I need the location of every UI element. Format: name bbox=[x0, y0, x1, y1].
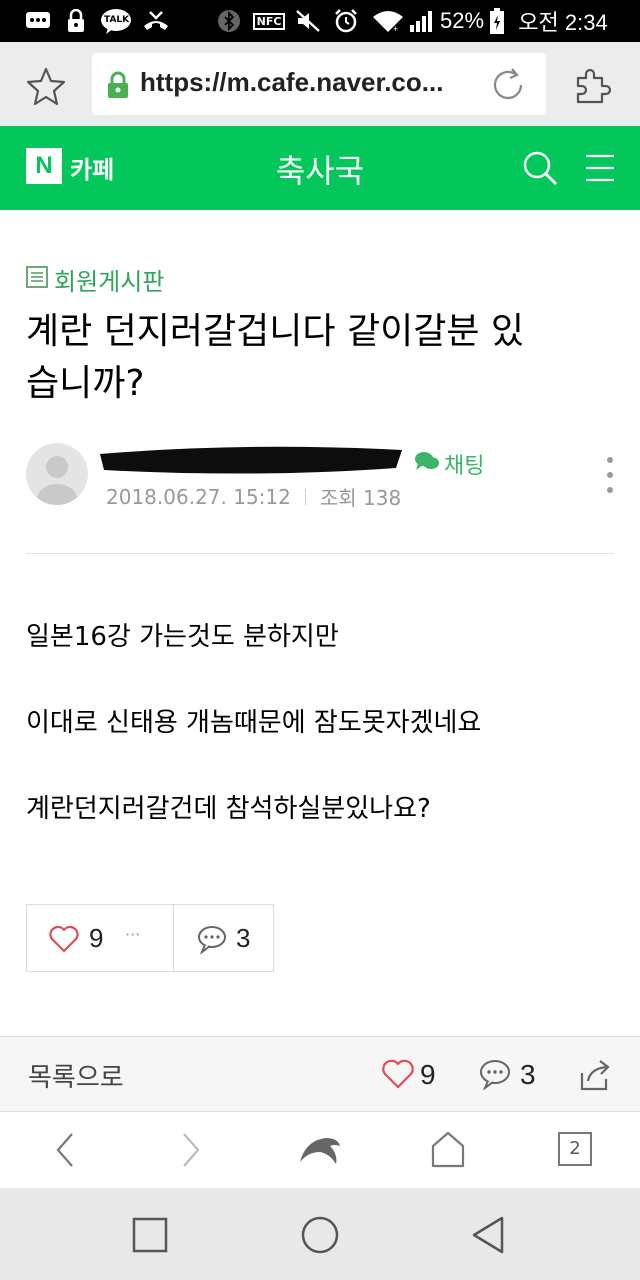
post-date: 2018.06.27. 15:12 bbox=[106, 484, 291, 509]
browser-toolbar: https://m.cafe.naver.co... bbox=[0, 42, 640, 126]
chat-bubble-icon bbox=[414, 450, 440, 478]
kakaotalk-icon-text: TALK bbox=[104, 15, 130, 25]
dolphin-icon[interactable] bbox=[298, 1132, 342, 1168]
post-body-line: 계란던지러갈건데 참석하실분있나요? bbox=[26, 794, 431, 824]
clock: 오전 2:34 bbox=[518, 10, 608, 35]
footer-comment-count: 3 bbox=[520, 1059, 536, 1090]
alarm-icon bbox=[332, 7, 360, 35]
nfc-label: NFC bbox=[252, 12, 286, 30]
secure-lock-icon bbox=[106, 71, 130, 103]
post-meta: 2018.06.27. 15:12 조회 138 bbox=[106, 482, 401, 511]
lock-icon bbox=[64, 7, 88, 35]
signal-icon bbox=[408, 7, 434, 35]
tabs-button[interactable]: 2 bbox=[558, 1132, 592, 1166]
search-icon[interactable] bbox=[520, 148, 560, 188]
meta-divider bbox=[304, 488, 306, 505]
post-title-line-2: 습니까? bbox=[26, 363, 145, 404]
browser-nav-bar: 2 bbox=[0, 1112, 640, 1188]
heart-icon bbox=[382, 1059, 414, 1093]
back-triangle-icon[interactable] bbox=[470, 1215, 506, 1255]
footer-like-button[interactable]: 9 bbox=[380, 1037, 450, 1113]
missed-call-icon bbox=[142, 7, 170, 35]
recent-apps-icon[interactable] bbox=[132, 1217, 168, 1253]
like-button[interactable]: 9 ··· bbox=[27, 905, 173, 971]
board-link[interactable]: 회원게시판 bbox=[26, 262, 164, 297]
mute-icon bbox=[294, 7, 322, 35]
system-nav-bar bbox=[0, 1188, 640, 1280]
comment-button[interactable]: 3 bbox=[174, 905, 274, 971]
comment-count: 3 bbox=[236, 923, 251, 953]
cafe-header: N 카페 축사국 bbox=[0, 126, 640, 210]
like-count: 9 bbox=[89, 923, 104, 953]
share-icon[interactable] bbox=[576, 1057, 612, 1093]
reaction-box: 9 ··· 3 bbox=[26, 904, 274, 972]
nfc-icon: NFC bbox=[252, 7, 286, 35]
more-options-icon[interactable] bbox=[598, 456, 622, 494]
footer-like-count: 9 bbox=[420, 1059, 436, 1090]
svg-text:+: + bbox=[393, 24, 398, 33]
post-body-line: 일본16강 가는것도 분하지만 bbox=[26, 622, 339, 652]
post-title: 계란 던지러갈겁니다 같이갈분 있 습니까? bbox=[26, 306, 616, 410]
home-icon[interactable] bbox=[430, 1130, 466, 1170]
bluetooth-icon bbox=[216, 7, 242, 35]
forward-chevron-icon[interactable] bbox=[176, 1130, 206, 1170]
avatar[interactable] bbox=[26, 443, 88, 505]
comment-icon bbox=[196, 924, 228, 958]
author-name-redacted bbox=[96, 440, 406, 478]
message-icon bbox=[24, 7, 52, 35]
bookmark-star-icon[interactable] bbox=[26, 66, 66, 106]
extensions-icon[interactable] bbox=[572, 64, 616, 108]
board-name: 회원게시판 bbox=[54, 268, 165, 296]
heart-icon bbox=[49, 925, 79, 957]
post-body-line: 이대로 신태용 개놈때문에 잠도못자겠네요 bbox=[26, 708, 482, 738]
status-bar: TALK NFC + 52% 오전 2:34 bbox=[0, 0, 640, 42]
article-footer: 목록으로 9 3 bbox=[0, 1036, 640, 1112]
kakaotalk-icon: TALK bbox=[100, 7, 132, 35]
battery-icon bbox=[490, 7, 504, 35]
address-bar[interactable]: https://m.cafe.naver.co... bbox=[92, 53, 546, 115]
view-count: 조회 138 bbox=[319, 486, 402, 510]
back-chevron-icon[interactable] bbox=[50, 1130, 80, 1170]
url-text[interactable]: https://m.cafe.naver.co... bbox=[140, 67, 443, 98]
reload-icon[interactable] bbox=[488, 65, 528, 109]
home-circle-icon[interactable] bbox=[300, 1215, 340, 1255]
wifi-icon: + bbox=[370, 7, 406, 35]
battery-percent: 52% bbox=[439, 8, 485, 33]
chat-label: 채팅 bbox=[444, 454, 485, 479]
menu-icon[interactable] bbox=[584, 152, 616, 184]
liker-list-more[interactable]: ··· bbox=[125, 925, 140, 944]
back-to-list-button[interactable]: 목록으로 bbox=[28, 1057, 124, 1094]
footer-comment-button[interactable]: 3 bbox=[476, 1037, 546, 1113]
chat-button[interactable]: 채팅 bbox=[414, 448, 484, 480]
comment-icon bbox=[478, 1058, 512, 1094]
divider bbox=[26, 553, 614, 554]
post-title-line-1: 계란 던지러갈겁니다 같이갈분 있 bbox=[26, 311, 525, 352]
board-list-icon bbox=[26, 265, 48, 294]
